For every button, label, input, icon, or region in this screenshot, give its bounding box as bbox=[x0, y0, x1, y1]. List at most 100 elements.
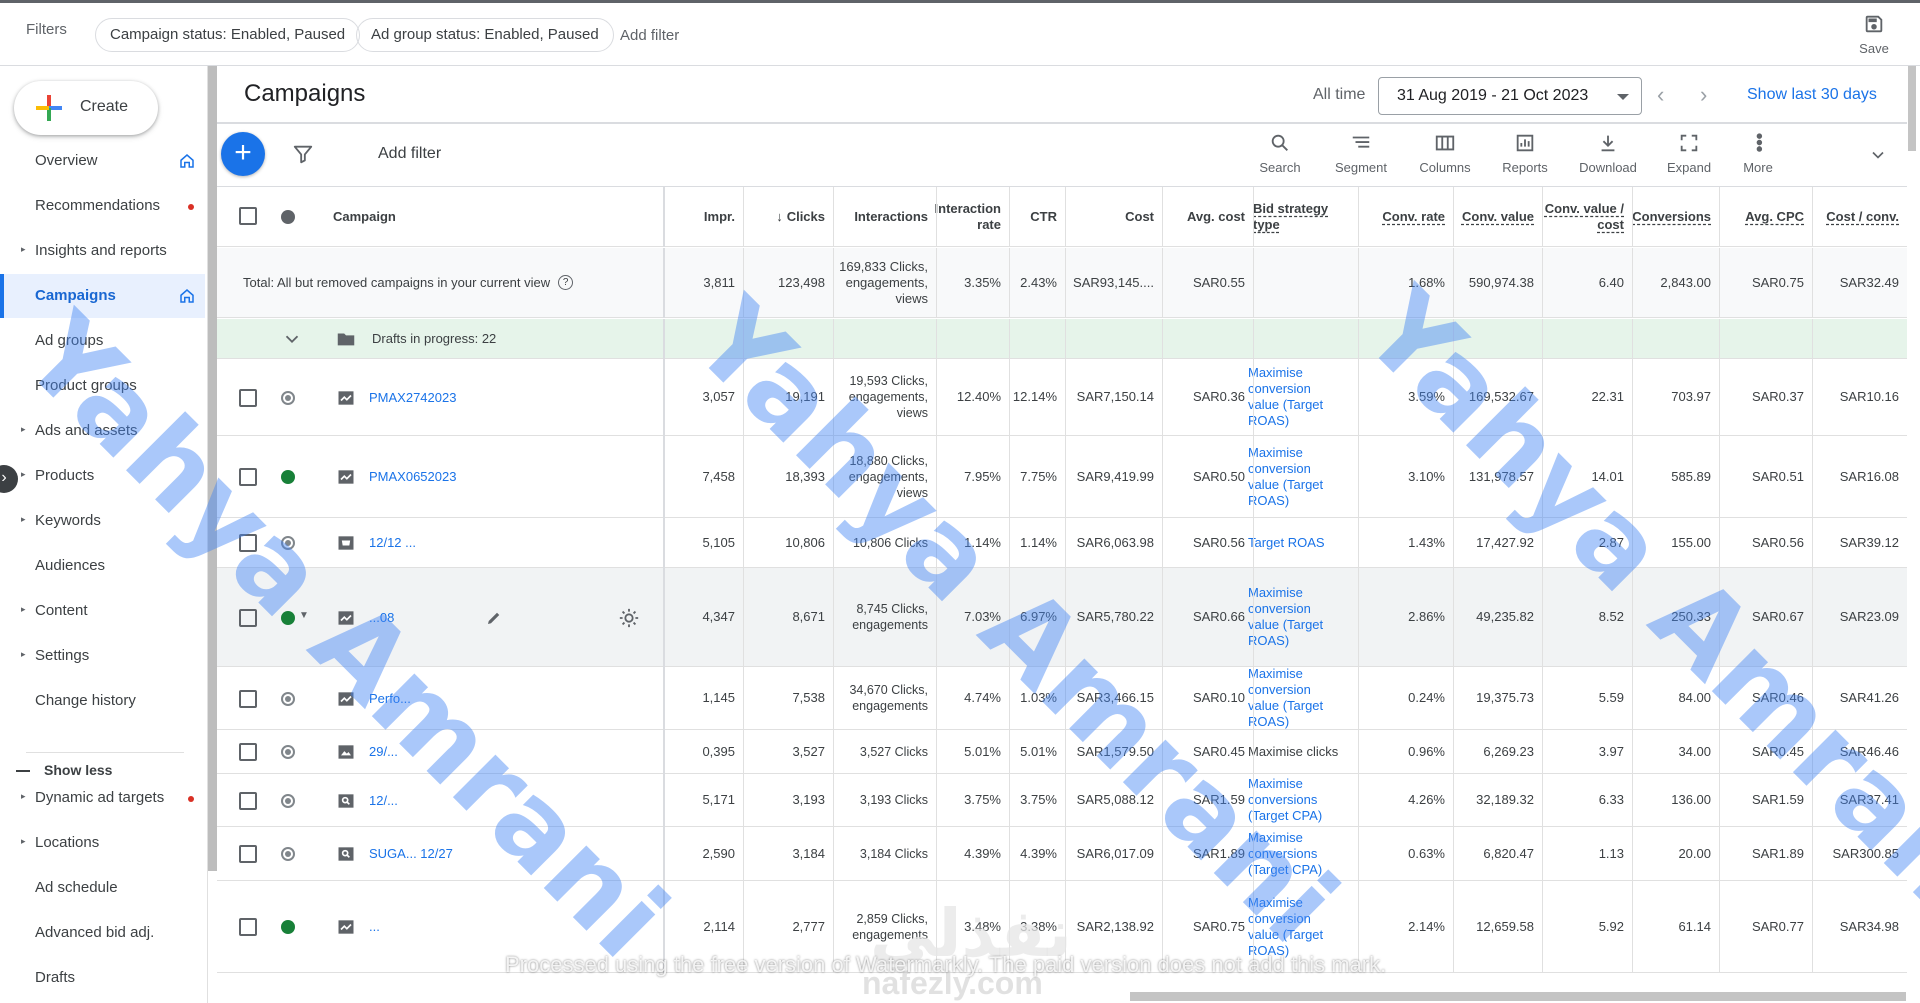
column-header-clicks[interactable]: ↓ Clicks bbox=[744, 187, 825, 246]
toolbar-add-filter[interactable]: Add filter bbox=[378, 145, 441, 163]
status-paused-icon[interactable] bbox=[281, 390, 295, 405]
cell-bid-strategy[interactable]: Maximise conversion value (Target ROAS) bbox=[1248, 881, 1345, 972]
filter-chip-campaign-status[interactable]: Campaign status: Enabled, Paused bbox=[95, 18, 361, 52]
cell-bid-strategy[interactable]: Target ROAS bbox=[1248, 518, 1345, 567]
sidebar-item-locations[interactable]: ▸ Locations bbox=[0, 821, 205, 865]
collapse-toolbar-icon[interactable] bbox=[1868, 145, 1888, 165]
sidebar-item-drafts[interactable]: Drafts bbox=[0, 956, 205, 1000]
status-paused-icon[interactable] bbox=[281, 847, 295, 861]
sidebar-item-ad-groups[interactable]: Ad groups bbox=[0, 319, 205, 363]
sidebar-item-products[interactable]: ▸ Products bbox=[0, 454, 205, 498]
campaign-name-link[interactable]: PMAX0652023 bbox=[369, 469, 456, 484]
sidebar-item-overview[interactable]: Overview bbox=[0, 139, 205, 183]
toolbar-segment-button[interactable]: Segment bbox=[1322, 132, 1400, 175]
toolbar-columns-button[interactable]: Columns bbox=[1406, 132, 1484, 175]
sidebar-item-keywords[interactable]: ▸ Keywords bbox=[0, 499, 205, 543]
save-button[interactable]: Save bbox=[1854, 13, 1894, 56]
sidebar-item-audiences[interactable]: Audiences bbox=[0, 544, 205, 588]
date-range-picker[interactable]: 31 Aug 2019 - 21 Oct 2023 bbox=[1378, 77, 1642, 115]
cell-bid-strategy[interactable]: Maximise conversion value (Target ROAS) bbox=[1248, 436, 1345, 517]
status-enabled-icon[interactable] bbox=[281, 470, 295, 484]
campaign-name-link[interactable]: 29/... bbox=[369, 744, 398, 759]
sidebar-item-ads-and-assets[interactable]: ▸ Ads and assets bbox=[0, 409, 205, 453]
status-paused-icon[interactable] bbox=[281, 745, 295, 759]
column-header-ctr[interactable]: CTR bbox=[1009, 187, 1057, 246]
toolbar-expand-button[interactable]: Expand bbox=[1650, 132, 1728, 175]
cell-bid-strategy[interactable]: Maximise conversion value (Target ROAS) bbox=[1248, 568, 1345, 666]
status-paused-icon[interactable] bbox=[281, 793, 295, 808]
column-header-conv-value-cost[interactable]: Conv. value / cost bbox=[1542, 187, 1624, 246]
add-filter-link[interactable]: Add filter bbox=[620, 27, 679, 44]
campaign-name-link[interactable]: SUGA... 12/27 bbox=[369, 846, 453, 861]
sidebar-item-change-history[interactable]: Change history bbox=[0, 679, 205, 723]
column-header-conv-rate[interactable]: Conv. rate bbox=[1358, 187, 1445, 246]
cell-value: 14.01 bbox=[1591, 468, 1624, 484]
campaign-name-link[interactable]: ...08 bbox=[369, 610, 394, 625]
sidebar-item-recommendations[interactable]: Recommendations bbox=[0, 184, 205, 228]
row-checkbox[interactable] bbox=[239, 388, 257, 407]
show-last-30-days-link[interactable]: Show last 30 days bbox=[1747, 86, 1877, 104]
column-header-conv-value[interactable]: Conv. value bbox=[1453, 187, 1534, 246]
table-horizontal-scrollbar[interactable] bbox=[1130, 992, 1906, 1001]
add-campaign-button[interactable]: + bbox=[221, 132, 265, 176]
sidebar-item-campaigns[interactable]: Campaigns bbox=[0, 274, 205, 318]
column-header-cost-conv[interactable]: Cost / conv. bbox=[1812, 187, 1899, 246]
cell-value: Avg. cost bbox=[1186, 208, 1245, 224]
sidebar-scrollbar[interactable] bbox=[208, 66, 217, 871]
column-header-avg-cost[interactable]: Avg. cost bbox=[1162, 187, 1245, 246]
toolbar-more-button[interactable]: More bbox=[1719, 132, 1797, 175]
column-header-campaign[interactable]: Campaign bbox=[333, 187, 533, 246]
row-checkbox[interactable] bbox=[239, 918, 257, 936]
cell-bid-strategy[interactable]: Maximise conversion value (Target ROAS) bbox=[1248, 359, 1345, 435]
column-divider bbox=[1358, 827, 1359, 881]
column-header-avg-cpc[interactable]: Avg. CPC bbox=[1719, 187, 1804, 246]
sidebar-item-product-groups[interactable]: Product groups bbox=[0, 364, 205, 408]
column-header-interaction-rate[interactable]: Interaction rate bbox=[935, 187, 1001, 246]
toolbar-reports-button[interactable]: Reports bbox=[1486, 132, 1564, 175]
next-period-icon[interactable]: › bbox=[1700, 82, 1707, 108]
status-enabled-icon[interactable] bbox=[281, 610, 295, 625]
cell-bid-strategy[interactable]: Maximise conversions (Target CPA) bbox=[1248, 827, 1345, 880]
column-header-conversions[interactable]: Conversions bbox=[1632, 187, 1711, 246]
row-checkbox[interactable] bbox=[239, 845, 257, 863]
sidebar-item-ad-schedule[interactable]: Ad schedule bbox=[0, 866, 205, 910]
status-dropdown-icon[interactable]: ▼ bbox=[299, 610, 309, 621]
row-checkbox[interactable] bbox=[239, 468, 257, 486]
drafts-label[interactable]: Drafts in progress: 22 bbox=[372, 319, 652, 358]
row-checkbox[interactable] bbox=[239, 534, 257, 552]
toolbar-search-button[interactable]: Search bbox=[1241, 132, 1319, 175]
campaign-name-link[interactable]: ... bbox=[369, 919, 380, 934]
campaign-name-link[interactable]: 12/12 ... bbox=[369, 535, 416, 550]
column-header-bid-strategy[interactable]: Bid strategy type bbox=[1253, 187, 1350, 246]
toolbar-label: Search bbox=[1259, 160, 1301, 175]
campaign-name-link[interactable]: PMAX2742023 bbox=[369, 390, 456, 405]
row-checkbox[interactable] bbox=[239, 791, 257, 810]
row-checkbox[interactable] bbox=[239, 689, 257, 708]
select-all-checkbox[interactable] bbox=[239, 207, 257, 225]
column-header-impr[interactable]: Impr. bbox=[664, 187, 735, 246]
sidebar-item-settings[interactable]: ▸ Settings bbox=[0, 634, 205, 678]
sidebar-item-dynamic-ad-targets[interactable]: ▸ Dynamic ad targets bbox=[0, 776, 205, 820]
filter-funnel-icon[interactable] bbox=[292, 143, 314, 165]
cell-bid-strategy[interactable]: Maximise conversion value (Target ROAS) bbox=[1248, 666, 1345, 729]
help-icon[interactable]: ? bbox=[558, 275, 574, 290]
page-scrollbar[interactable] bbox=[1908, 66, 1916, 151]
previous-period-icon[interactable]: ‹ bbox=[1657, 82, 1664, 108]
sidebar-item-content[interactable]: ▸ Content bbox=[0, 589, 205, 633]
sidebar-item-insights-and-reports[interactable]: ▸ Insights and reports bbox=[0, 229, 205, 273]
campaign-name-link[interactable]: 12/... bbox=[369, 793, 398, 808]
sidebar-item-advanced-bid-adj-[interactable]: Advanced bid adj. bbox=[0, 911, 205, 955]
create-button[interactable]: Create bbox=[14, 81, 158, 135]
status-paused-icon[interactable] bbox=[281, 536, 295, 550]
row-checkbox[interactable] bbox=[239, 743, 257, 761]
column-header-interactions[interactable]: Interactions bbox=[834, 187, 928, 246]
status-column-icon[interactable] bbox=[281, 210, 295, 224]
row-checkbox[interactable] bbox=[239, 608, 257, 627]
status-enabled-icon[interactable] bbox=[281, 920, 295, 934]
filter-chip-ad-group-status[interactable]: Ad group status: Enabled, Paused bbox=[356, 18, 614, 52]
toolbar-download-button[interactable]: Download bbox=[1569, 132, 1647, 175]
status-paused-icon[interactable] bbox=[281, 691, 295, 706]
campaign-name-link[interactable]: Perfo... bbox=[369, 691, 411, 706]
column-header-cost[interactable]: Cost bbox=[1065, 187, 1154, 246]
cell-bid-strategy[interactable]: Maximise conversions (Target CPA) bbox=[1248, 774, 1345, 826]
